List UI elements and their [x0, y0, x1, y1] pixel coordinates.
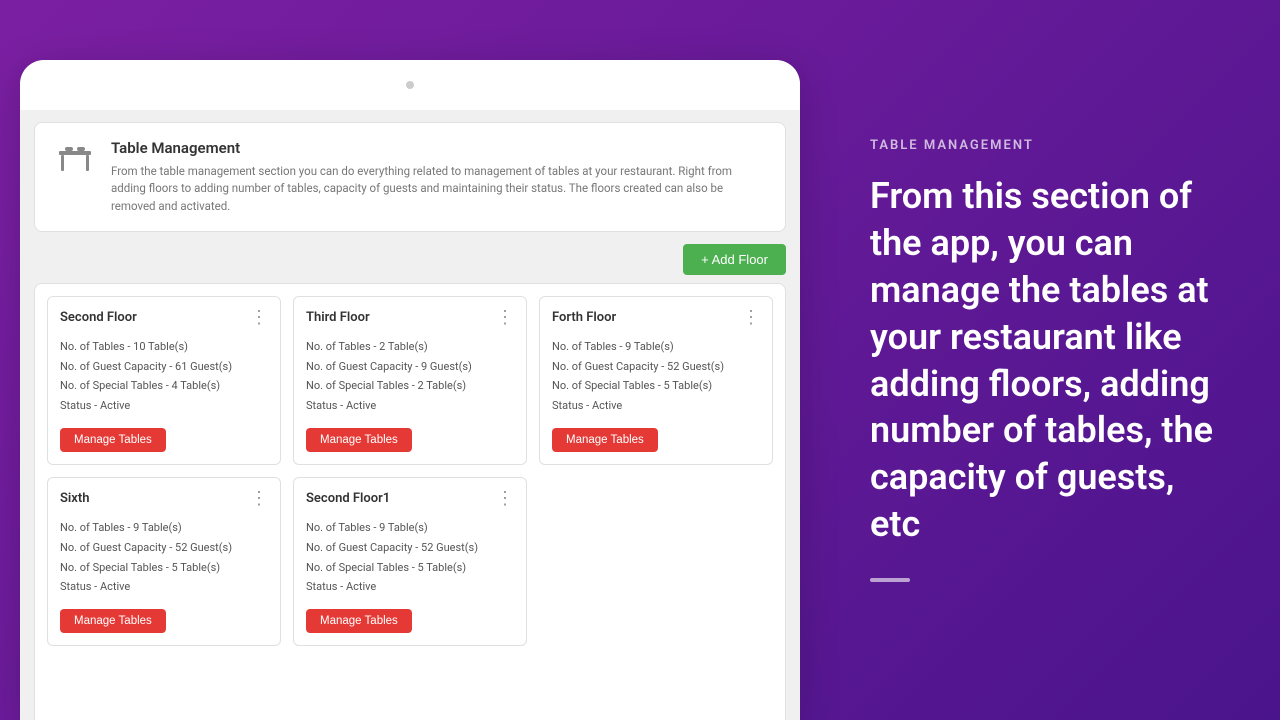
section-label: TABLE MANAGEMENT: [870, 138, 1230, 153]
cards-area: Second Floor ⋮ No. of Tables - 10 Table(…: [34, 283, 786, 720]
floor-info-1: No. of Tables - 2 Table(s) No. of Guest …: [306, 337, 514, 416]
floor-card-placeholder: [539, 477, 773, 646]
header-title: Table Management: [111, 139, 767, 157]
floor-guests-4: No. of Guest Capacity - 52 Guest(s): [306, 538, 514, 558]
floor-tables-4: No. of Tables - 9 Table(s): [306, 518, 514, 538]
floor-name-1: Third Floor: [306, 310, 370, 325]
floor-name-3: Sixth: [60, 491, 90, 506]
floor-card-4: Second Floor1 ⋮ No. of Tables - 9 Table(…: [293, 477, 527, 646]
floor-tables-3: No. of Tables - 9 Table(s): [60, 518, 268, 538]
floor-special-3: No. of Special Tables - 5 Table(s): [60, 558, 268, 578]
header-text: Table Management From the table manageme…: [111, 139, 767, 215]
floor-card-header-2: Forth Floor ⋮: [552, 309, 760, 327]
device-dot: [406, 81, 414, 89]
main-description-text: From this section of the app, you can ma…: [870, 173, 1230, 547]
floor-special-2: No. of Special Tables - 5 Table(s): [552, 376, 760, 396]
floor-tables-1: No. of Tables - 2 Table(s): [306, 337, 514, 357]
table-management-icon: [53, 139, 97, 183]
manage-tables-btn-4[interactable]: Manage Tables: [306, 609, 412, 633]
floor-tables-0: No. of Tables - 10 Table(s): [60, 337, 268, 357]
device-wrapper: Table Management From the table manageme…: [0, 0, 820, 720]
device-content: Table Management From the table manageme…: [20, 110, 800, 720]
floor-status-0: Status - Active: [60, 396, 268, 416]
floor-card-2: Forth Floor ⋮ No. of Tables - 9 Table(s)…: [539, 296, 773, 465]
floor-name-2: Forth Floor: [552, 310, 616, 325]
add-floor-row: + Add Floor: [20, 240, 800, 283]
floor-card-header-0: Second Floor ⋮: [60, 309, 268, 327]
floor-status-3: Status - Active: [60, 577, 268, 597]
floor-special-4: No. of Special Tables - 5 Table(s): [306, 558, 514, 578]
manage-tables-btn-0[interactable]: Manage Tables: [60, 428, 166, 452]
floor-cards-row2: Sixth ⋮ No. of Tables - 9 Table(s) No. o…: [47, 477, 773, 646]
device-top-bar: [20, 60, 800, 110]
floor-guests-2: No. of Guest Capacity - 52 Guest(s): [552, 357, 760, 377]
floor-name-4: Second Floor1: [306, 491, 390, 506]
floor-status-1: Status - Active: [306, 396, 514, 416]
floor-card-0: Second Floor ⋮ No. of Tables - 10 Table(…: [47, 296, 281, 465]
floor-menu-2[interactable]: ⋮: [742, 309, 760, 327]
floor-card-header-3: Sixth ⋮: [60, 490, 268, 508]
floor-menu-4[interactable]: ⋮: [496, 490, 514, 508]
manage-tables-btn-1[interactable]: Manage Tables: [306, 428, 412, 452]
add-floor-button[interactable]: + Add Floor: [683, 244, 786, 275]
floor-guests-3: No. of Guest Capacity - 52 Guest(s): [60, 538, 268, 558]
floor-card-1: Third Floor ⋮ No. of Tables - 2 Table(s)…: [293, 296, 527, 465]
floor-menu-0[interactable]: ⋮: [250, 309, 268, 327]
floor-guests-0: No. of Guest Capacity - 61 Guest(s): [60, 357, 268, 377]
floor-guests-1: No. of Guest Capacity - 9 Guest(s): [306, 357, 514, 377]
floor-card-header-1: Third Floor ⋮: [306, 309, 514, 327]
floor-tables-2: No. of Tables - 9 Table(s): [552, 337, 760, 357]
floor-status-4: Status - Active: [306, 577, 514, 597]
floor-card-3: Sixth ⋮ No. of Tables - 9 Table(s) No. o…: [47, 477, 281, 646]
header-card: Table Management From the table manageme…: [34, 122, 786, 232]
floor-info-2: No. of Tables - 9 Table(s) No. of Guest …: [552, 337, 760, 416]
floor-status-2: Status - Active: [552, 396, 760, 416]
floor-special-0: No. of Special Tables - 4 Table(s): [60, 376, 268, 396]
manage-tables-btn-2[interactable]: Manage Tables: [552, 428, 658, 452]
floor-cards-row1: Second Floor ⋮ No. of Tables - 10 Table(…: [47, 296, 773, 465]
device-card: Table Management From the table manageme…: [20, 60, 800, 720]
floor-info-3: No. of Tables - 9 Table(s) No. of Guest …: [60, 518, 268, 597]
floor-info-4: No. of Tables - 9 Table(s) No. of Guest …: [306, 518, 514, 597]
right-panel: TABLE MANAGEMENT From this section of th…: [820, 0, 1280, 720]
floor-menu-1[interactable]: ⋮: [496, 309, 514, 327]
floor-name-0: Second Floor: [60, 310, 137, 325]
accent-divider: [870, 578, 910, 582]
floor-info-0: No. of Tables - 10 Table(s) No. of Guest…: [60, 337, 268, 416]
floor-special-1: No. of Special Tables - 2 Table(s): [306, 376, 514, 396]
header-description: From the table management section you ca…: [111, 163, 767, 215]
floor-menu-3[interactable]: ⋮: [250, 490, 268, 508]
manage-tables-btn-3[interactable]: Manage Tables: [60, 609, 166, 633]
floor-card-header-4: Second Floor1 ⋮: [306, 490, 514, 508]
